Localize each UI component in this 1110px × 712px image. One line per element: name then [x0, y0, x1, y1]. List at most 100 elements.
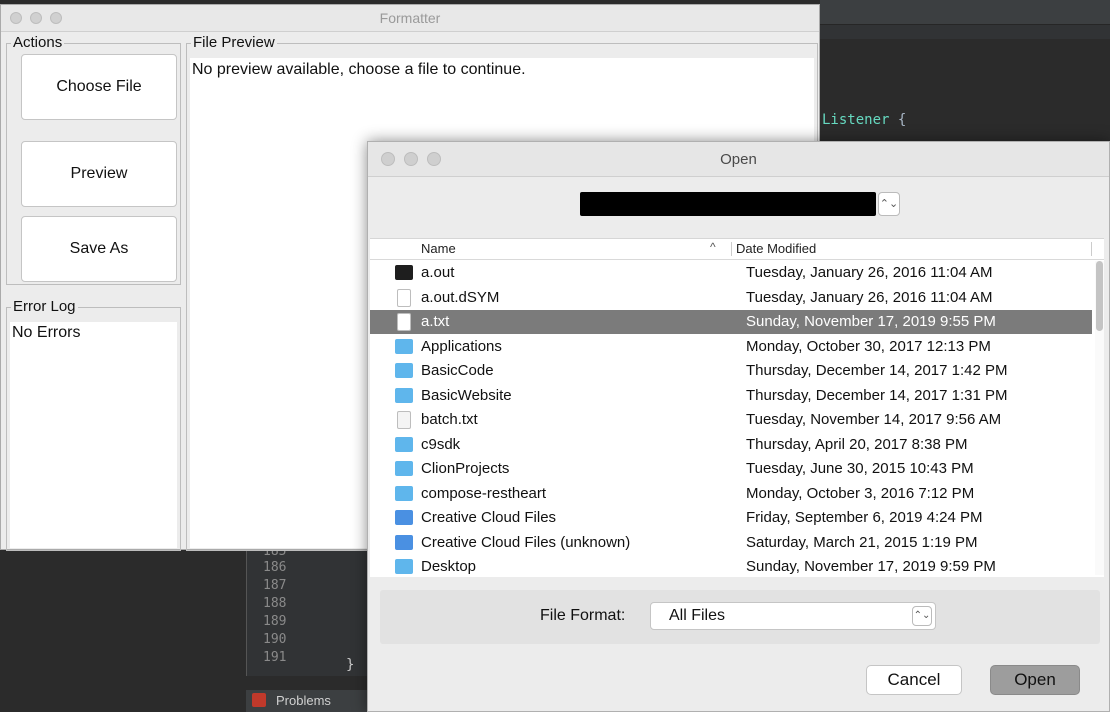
file-name: a.out — [421, 264, 455, 281]
folder-icon — [395, 436, 413, 452]
line-number: 189 — [263, 614, 287, 629]
file-row[interactable]: c9sdk Thursday, April 20, 2017 8:38 PM — [370, 433, 1092, 457]
folder-icon — [395, 387, 413, 403]
location-field-redacted — [580, 192, 876, 216]
creative-cloud-folder-icon — [395, 534, 413, 550]
file-name: BasicWebsite — [421, 386, 512, 404]
line-number: 191 — [263, 650, 287, 665]
ide-code-brace: { — [897, 112, 907, 128]
location-popup[interactable]: ⌃⌄ — [580, 192, 900, 216]
window-title: Formatter — [379, 10, 441, 26]
file-list[interactable]: Name ^ Date Modified a.out Tuesday, Janua… — [370, 238, 1104, 577]
line-number: 190 — [263, 632, 287, 647]
file-date-modified: Thursday, April 20, 2017 8:38 PM — [746, 435, 968, 453]
file-date-modified: Monday, October 3, 2016 7:12 PM — [746, 484, 975, 502]
open-dialog: Open ⌃⌄ Name ^ Date Modified a.out Tuesda… — [367, 141, 1110, 712]
file-format-value: All Files — [669, 607, 726, 624]
file-date-modified: Tuesday, November 14, 2017 9:56 AM — [746, 411, 1002, 428]
file-list-header: Name ^ Date Modified — [370, 239, 1104, 260]
choose-file-button[interactable]: Choose File — [21, 54, 177, 120]
ide-toolbar — [820, 0, 1110, 25]
file-format-panel: File Format: All Files ⌃⌄ — [380, 590, 1100, 644]
folder-icon — [395, 559, 413, 574]
file-name: Applications — [421, 337, 502, 355]
file-name: Creative Cloud Files — [421, 509, 557, 526]
exec-icon — [395, 265, 413, 280]
sort-ascending-icon: ^ — [710, 240, 716, 254]
location-stepper-icon[interactable]: ⌃⌄ — [878, 192, 900, 216]
file-name: Desktop — [421, 558, 477, 575]
file-preview-legend: File Preview — [191, 34, 277, 52]
file-preview-text: No preview available, choose a file to c… — [192, 61, 526, 78]
file-date-modified: Tuesday, June 30, 2015 10:43 PM — [746, 460, 974, 477]
ide-tab-strip — [820, 25, 1110, 39]
file-name: a.txt — [421, 313, 450, 330]
file-date-modified: Saturday, March 21, 2015 1:19 PM — [746, 533, 978, 551]
file-row[interactable]: Creative Cloud Files Friday, September 6,… — [370, 506, 1092, 530]
file-date-modified: Monday, October 30, 2017 12:13 PM — [746, 337, 991, 355]
document-icon — [397, 288, 411, 307]
column-divider — [1091, 242, 1092, 256]
problems-icon — [252, 693, 266, 707]
error-log-area[interactable]: No Errors — [10, 322, 177, 548]
file-row[interactable]: Creative Cloud Files (unknown) Saturday, … — [370, 531, 1092, 555]
file-name: BasicCode — [421, 362, 494, 379]
creative-cloud-folder-icon — [395, 510, 413, 525]
folder-icon — [395, 485, 413, 501]
file-list-scrollbar[interactable] — [1095, 261, 1104, 575]
file-date-modified: Sunday, November 17, 2019 9:55 PM — [746, 313, 996, 330]
error-log-group: Error Log No Errors — [6, 298, 181, 551]
file-row[interactable]: a.out Tuesday, January 26, 2016 11:04 AM — [370, 261, 1092, 285]
open-dialog-titlebar: Open — [368, 142, 1109, 177]
file-row[interactable]: compose-restheart Monday, October 3, 2016… — [370, 482, 1092, 506]
file-name: a.out.dSYM — [421, 288, 500, 306]
file-name: c9sdk — [421, 435, 461, 453]
file-name: ClionProjects — [421, 460, 510, 477]
file-date-modified: Sunday, November 17, 2019 9:59 PM — [746, 558, 996, 575]
error-log-legend: Error Log — [11, 298, 78, 316]
scrollbar-thumb[interactable] — [1096, 261, 1103, 331]
line-number: 187 — [263, 578, 287, 593]
file-name: compose-restheart — [421, 484, 547, 502]
file-format-select[interactable]: All Files ⌃⌄ — [650, 602, 936, 630]
problems-tab-label: Problems — [276, 693, 331, 708]
document-icon — [397, 313, 411, 331]
save-as-button[interactable]: Save As — [21, 216, 177, 282]
ide-closing-brace: } — [346, 657, 355, 673]
column-divider — [731, 242, 732, 256]
file-format-stepper-icon: ⌃⌄ — [912, 606, 932, 626]
error-log-text: No Errors — [12, 324, 81, 341]
file-row[interactable]: BasicCode Thursday, December 14, 2017 1:4… — [370, 359, 1092, 383]
file-row[interactable]: Desktop Sunday, November 17, 2019 9:59 PM — [370, 555, 1092, 579]
file-row[interactable]: a.txt Sunday, November 17, 2019 9:55 PM — [370, 310, 1092, 334]
file-name: Creative Cloud Files (unknown) — [421, 533, 631, 551]
cancel-button[interactable]: Cancel — [866, 665, 962, 695]
dialog-title: Open — [720, 151, 757, 168]
file-date-modified: Tuesday, January 26, 2016 11:04 AM — [746, 264, 993, 281]
line-number: 186 — [263, 560, 287, 575]
file-date-modified: Thursday, December 14, 2017 1:42 PM — [746, 362, 1008, 379]
file-date-modified: Friday, September 6, 2019 4:24 PM — [746, 509, 983, 526]
line-number: 188 — [263, 596, 287, 611]
column-header-name[interactable]: Name — [421, 241, 456, 256]
ide-problems-tab[interactable]: Problems — [246, 690, 376, 712]
formatter-titlebar: Formatter — [1, 5, 819, 32]
file-format-label: File Format: — [540, 607, 626, 624]
preview-button[interactable]: Preview — [21, 141, 177, 207]
actions-group: Actions Choose File Preview Save As — [6, 34, 181, 285]
file-row[interactable]: ClionProjects Tuesday, June 30, 2015 10:4… — [370, 457, 1092, 481]
ide-code-keyword: Listener — [822, 112, 890, 128]
file-row[interactable]: batch.txt Tuesday, November 14, 2017 9:56… — [370, 408, 1092, 432]
folder-icon — [395, 461, 413, 476]
folder-icon — [395, 363, 413, 378]
file-row[interactable]: BasicWebsite Thursday, December 14, 2017 … — [370, 384, 1092, 408]
open-button[interactable]: Open — [990, 665, 1080, 695]
folder-icon — [395, 338, 413, 354]
file-date-modified: Tuesday, January 26, 2016 11:04 AM — [746, 288, 993, 306]
actions-legend: Actions — [11, 34, 65, 52]
text-document-icon — [397, 411, 411, 429]
file-date-modified: Thursday, December 14, 2017 1:31 PM — [746, 386, 1008, 404]
column-header-date-modified[interactable]: Date Modified — [736, 241, 816, 256]
file-row[interactable]: Applications Monday, October 30, 2017 12:… — [370, 335, 1092, 359]
file-row[interactable]: a.out.dSYM Tuesday, January 26, 2016 11:0… — [370, 286, 1092, 310]
